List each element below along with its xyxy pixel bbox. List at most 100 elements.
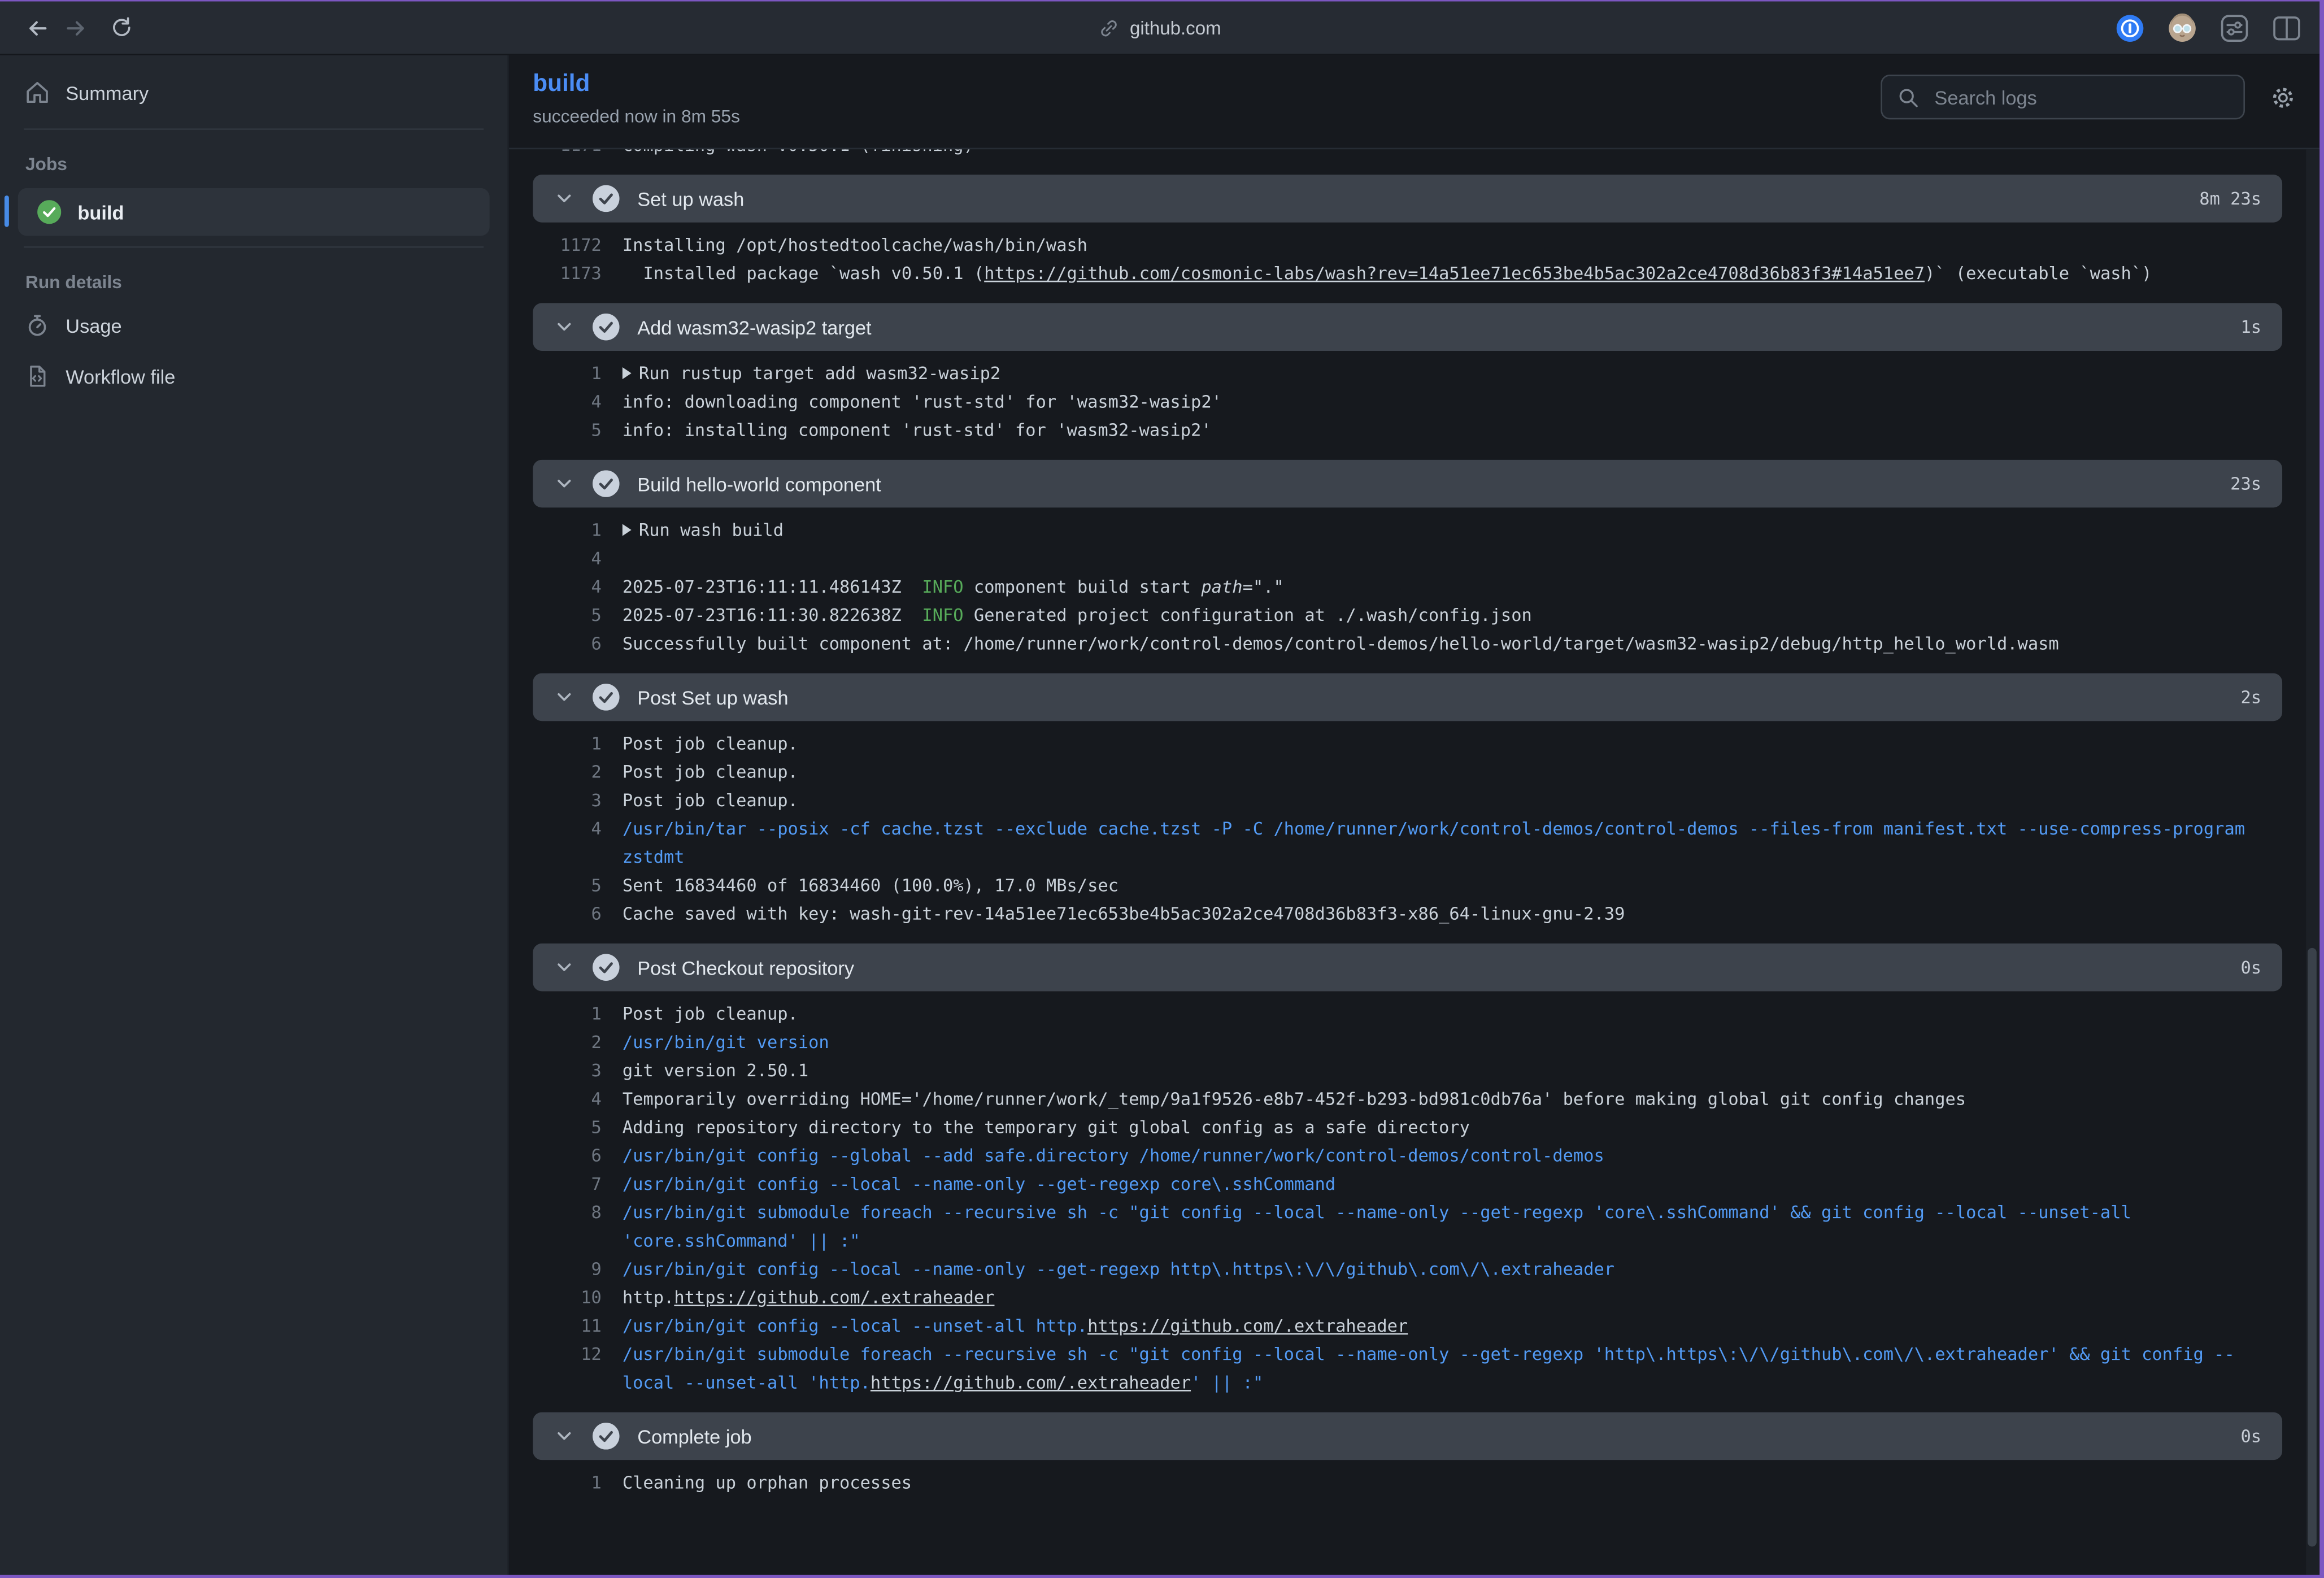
chevron-down-icon[interactable] [554,316,575,337]
line-text: Cache saved with key: wash-git-rev-14a51… [623,900,2282,928]
line-number[interactable]: 2 [533,758,602,786]
line-number[interactable]: 5 [533,602,602,630]
line-segment[interactable]: https://github.com/.extraheader [674,1287,994,1308]
job-header: build succeeded now in 8m 55s [509,55,2319,149]
split-view-icon[interactable] [2272,12,2302,42]
line-number[interactable]: 4 [533,388,602,416]
forward-icon[interactable] [56,8,95,47]
chevron-down-icon[interactable] [554,188,575,209]
line-number[interactable]: 5 [533,416,602,445]
line-number[interactable]: 5 [533,1114,602,1142]
log-line: 1Run rustup target add wasm32-wasip2 [533,360,2282,388]
line-segment: /usr/bin/git config --global --add safe.… [623,1145,1604,1166]
search-logs-box[interactable] [1881,75,2245,119]
line-number[interactable]: 7 [533,1171,602,1199]
line-number[interactable]: 1 [533,516,602,545]
line-segment: /usr/bin/git submodule foreach --recursi… [623,1202,2142,1251]
log-toolbar [1881,75,2296,119]
line-text: /usr/bin/git config --global --add safe.… [623,1142,2282,1170]
scrollbar-thumb[interactable] [2308,947,2317,1546]
log-line: 9/usr/bin/git config --local --name-only… [533,1255,2282,1284]
toolbar-settings-icon[interactable] [2219,12,2249,42]
log-line: 5Sent 16834460 of 16834460 (100.0%), 17.… [533,872,2282,900]
line-number[interactable]: 4 [533,1085,602,1114]
step-header[interactable]: Build hello-world component23s [533,460,2282,508]
line-number[interactable]: 1 [533,360,602,388]
line-number[interactable]: 9 [533,1255,602,1284]
line-text: 2025-07-23T16:11:30.822638Z INFO Generat… [623,602,2282,630]
step-header[interactable]: Set up wash8m 23s [533,175,2282,223]
log-settings-gear-icon[interactable] [2270,84,2296,110]
search-logs-input[interactable] [1931,84,2229,110]
step-header[interactable]: Post Set up wash2s [533,673,2282,721]
sidebar-item-label: Usage [66,314,121,337]
sidebar-item-summary[interactable]: Summary [0,67,507,118]
line-segment: /usr/bin/git submodule foreach --recursi… [623,1344,2235,1393]
line-segment: INFO [922,576,963,597]
line-number[interactable]: 6 [533,1142,602,1170]
line-segment: git version 2.50.1 [623,1060,808,1081]
line-number[interactable]: 1173 [533,260,602,288]
line-text: /usr/bin/git config --local --unset-all … [623,1312,2282,1341]
line-number[interactable]: 1172 [533,232,602,260]
line-segment: )` (executable `wash`) [1925,263,2152,284]
expand-group-icon[interactable] [623,524,632,536]
line-text: git version 2.50.1 [623,1057,2282,1085]
line-text: Post job cleanup. [623,1000,2282,1028]
step-header[interactable]: Post Checkout repository0s [533,944,2282,992]
step-header[interactable]: Complete job0s [533,1412,2282,1460]
back-icon[interactable] [18,8,57,47]
line-number[interactable]: 4 [533,545,602,573]
step-title: Build hello-world component [637,472,881,495]
line-number[interactable]: 1 [533,730,602,758]
step-header[interactable]: Add wasm32-wasip2 target1s [533,303,2282,351]
reload-icon[interactable] [102,8,141,47]
line-number[interactable]: 6 [533,630,602,658]
line-segment: Cleaning up orphan processes [623,1472,912,1493]
jobs-heading: Jobs [0,140,507,182]
expand-group-icon[interactable] [623,367,632,379]
line-segment[interactable]: https://github.com/cosmonic-labs/wash?re… [984,263,1925,284]
line-text: /usr/bin/git config --local --name-only … [623,1171,2282,1199]
line-number[interactable]: 11 [533,1312,602,1341]
log-line: 4 info: downloading component 'rust-std' … [533,388,2282,416]
line-number[interactable]: 3 [533,786,602,815]
sidebar-item-job-build[interactable]: build [18,188,490,236]
line-segment[interactable]: https://github.com/.extraheader [871,1372,1191,1393]
line-text: Installed package `wash v0.50.1 (https:/… [623,260,2282,288]
scrollbar[interactable] [2306,149,2319,1575]
chevron-down-icon[interactable] [554,1425,575,1446]
sidebar-item-usage[interactable]: Usage [0,300,507,351]
line-number[interactable]: 3 [533,1057,602,1085]
onepassword-icon[interactable] [2115,12,2145,42]
line-number[interactable]: 4 [533,815,602,872]
line-number[interactable]: 2 [533,1029,602,1057]
sidebar-item-workflow-file[interactable]: Workflow file [0,351,507,402]
sidebar-divider [24,246,484,248]
log-line: 1 Cleaning up orphan processes [533,1469,2282,1497]
log-scroll-area[interactable]: 1171Compiling wash v0.50.1 (finishing) S… [509,149,2306,1575]
line-segment: Adding repository directory to the tempo… [623,1116,1470,1137]
line-number[interactable]: 1 [533,1000,602,1028]
line-number[interactable]: 5 [533,872,602,900]
line-number[interactable]: 1 [533,1469,602,1497]
line-segment: /usr/bin/tar --posix -cf cache.tzst --ex… [623,818,2256,867]
line-segment: Post job cleanup. [623,790,798,811]
line-number[interactable]: 10 [533,1284,602,1312]
line-number[interactable]: 6 [533,900,602,928]
profile-avatar-icon[interactable] [2168,12,2197,42]
chevron-down-icon[interactable] [554,957,575,978]
line-segment: info: downloading component 'rust-std' f… [623,391,1222,412]
chevron-down-icon[interactable] [554,473,575,494]
chevron-down-icon[interactable] [554,686,575,707]
log-line: 1Run wash build [533,516,2282,545]
line-number[interactable]: 4 [533,573,602,602]
line-text: Adding repository directory to the tempo… [623,1114,2282,1142]
line-number[interactable]: 1171 [533,149,602,159]
address-bar[interactable]: github.com [1099,2,1221,54]
line-number[interactable]: 8 [533,1199,602,1255]
line-segment[interactable]: https://github.com/.extraheader [1087,1315,1408,1336]
line-number[interactable]: 12 [533,1341,602,1397]
line-segment: info: installing component 'rust-std' fo… [623,419,1212,440]
line-segment: Installed package `wash v0.50.1 ( [623,263,984,284]
